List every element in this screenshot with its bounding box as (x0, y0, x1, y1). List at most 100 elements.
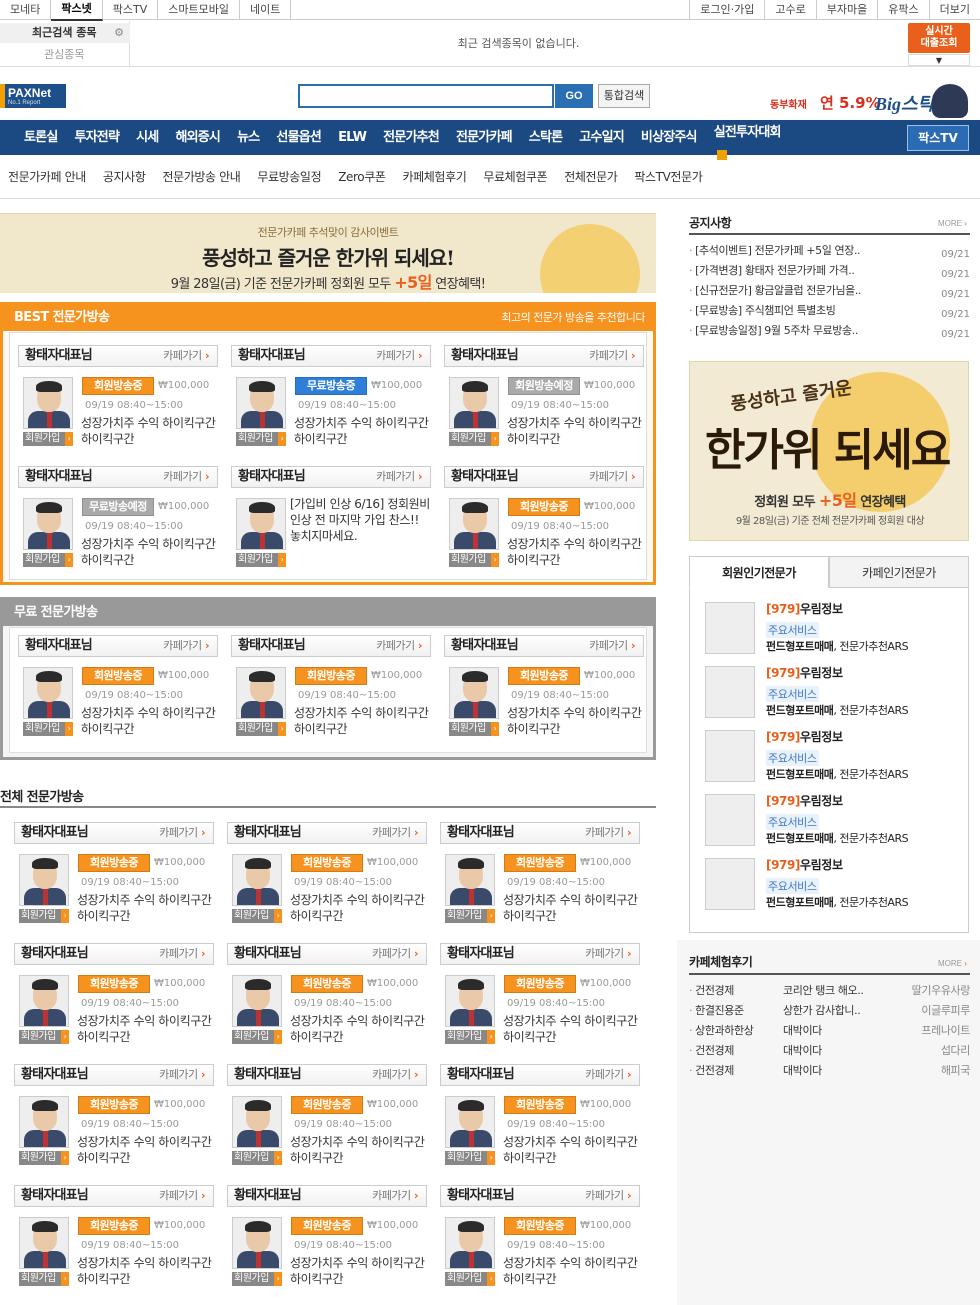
tab-cafe-popular[interactable]: 카페인기전문가 (829, 556, 969, 588)
status-badge[interactable]: 회원방송예정 (508, 377, 580, 395)
join-button[interactable]: 회원가입 › (445, 1151, 495, 1165)
tab-interest-stocks[interactable]: 관심종목 (0, 45, 130, 65)
expert-photo[interactable] (232, 1217, 282, 1269)
status-badge[interactable]: 회원방송중 (508, 667, 580, 685)
site-link[interactable]: 팍스TV (103, 0, 159, 20)
expert-description[interactable]: 성장가치주 수익 하이킥구간 하이킥구간 (81, 536, 221, 568)
nav-item[interactable]: 투자전략 (74, 120, 119, 155)
nav-item[interactable]: 뉴스 (237, 120, 260, 155)
cafe-go-link[interactable]: 카페가기 › (159, 1065, 205, 1085)
join-button[interactable]: 회원가입 › (445, 909, 495, 923)
nav-item[interactable]: 실전투자대회 N (714, 115, 782, 175)
sub-nav-item[interactable]: 무료방송일정 (257, 155, 321, 199)
sub-nav-item[interactable]: 공지사항 (103, 155, 146, 199)
util-link[interactable]: 유팍스 (877, 0, 928, 20)
tab-recent-search[interactable]: 최근검색 종목 ⚙ (0, 23, 130, 43)
expert-photo[interactable] (19, 1217, 69, 1269)
expert-photo[interactable] (705, 602, 755, 654)
expert-description[interactable]: 성장가치주 수익 하이킥구간 하이킥구간 (290, 892, 430, 924)
cafe-go-link[interactable]: 카페가기 › (159, 944, 205, 964)
tab-member-popular[interactable]: 회원인기전문가 (689, 556, 829, 588)
nav-item[interactable]: ELW (338, 120, 367, 155)
expert-photo[interactable] (236, 377, 286, 429)
chuseok-event-banner[interactable]: 전문가카페 추석맞이 감사이벤트 풍성하고 즐거운 한가위 되세요! 9월 28… (0, 213, 656, 293)
join-button[interactable]: 회원가입 › (232, 1272, 282, 1286)
notice-item[interactable]: [신규전문가] 황금알클럽 전문가님을..09/21 (689, 281, 970, 301)
chevron-down-icon[interactable]: ▼ (908, 54, 970, 66)
nav-item[interactable]: 전문가추천 (383, 120, 440, 155)
join-button[interactable]: 회원가입 › (23, 722, 73, 736)
nav-item[interactable]: 해외증시 (175, 120, 220, 155)
expert-photo[interactable] (449, 377, 499, 429)
status-badge[interactable]: 회원방송중 (82, 667, 154, 685)
nav-item[interactable]: 고수일지 (579, 120, 624, 155)
status-badge[interactable]: 회원방송중 (295, 667, 367, 685)
cafe-go-link[interactable]: 카페가기 › (376, 467, 422, 487)
popular-expert-item[interactable]: [979]우림정보 주요서비스 펀드형포트매매, 전문가추천ARS (705, 792, 965, 848)
cafe-go-link[interactable]: 카페가기 › (585, 1065, 631, 1085)
status-badge[interactable]: 회원방송중 (504, 975, 576, 993)
stock-loan-ad[interactable]: 동부화재 연 5.9% Big스탁론 (770, 84, 975, 118)
join-button[interactable]: 회원가입 › (19, 1030, 69, 1044)
expert-photo[interactable] (232, 854, 282, 906)
expert-description[interactable]: 성장가치주 수익 하이킥구간 하이킥구간 (507, 536, 647, 568)
review-item[interactable]: 건전경제 대박이다 섭다리 (689, 1041, 970, 1061)
search-input[interactable] (298, 84, 554, 108)
status-badge[interactable]: 회원방송중 (78, 1096, 150, 1114)
sub-nav-item[interactable]: 무료체험쿠폰 (483, 155, 547, 199)
status-badge[interactable]: 무료방송예정 (82, 498, 154, 516)
expert-photo[interactable] (445, 975, 495, 1027)
notice-item[interactable]: [무료방송] 주식챔피언 특별초빙09/21 (689, 301, 970, 321)
expert-photo[interactable] (445, 1217, 495, 1269)
join-button[interactable]: 회원가입 › (232, 909, 282, 923)
expert-photo[interactable] (23, 377, 73, 429)
cafe-go-link[interactable]: 카페가기 › (163, 636, 209, 656)
cafe-go-link[interactable]: 카페가기 › (585, 1186, 631, 1206)
status-badge[interactable]: 회원방송중 (78, 975, 150, 993)
paxnet-logo[interactable]: PAXNet No.1 Report (0, 84, 66, 108)
expert-description[interactable]: 성장가치주 수익 하이킥구간 하이킥구간 (290, 1255, 430, 1287)
expert-photo[interactable] (23, 498, 73, 550)
expert-photo[interactable] (236, 667, 286, 719)
site-link[interactable]: 모네타 (0, 0, 52, 20)
expert-photo[interactable] (19, 975, 69, 1027)
expert-description[interactable]: 성장가치주 수익 하이킥구간 하이킥구간 (77, 1013, 217, 1045)
expert-description[interactable]: 성장가치주 수익 하이킥구간 하이킥구간 (503, 1255, 643, 1287)
expert-photo[interactable] (705, 858, 755, 910)
cafe-go-link[interactable]: 카페가기 › (372, 944, 418, 964)
join-button[interactable]: 회원가입 › (236, 432, 286, 446)
cafe-go-link[interactable]: 카페가기 › (372, 1186, 418, 1206)
cafe-go-link[interactable]: 카페가기 › (159, 1186, 205, 1206)
expert-description[interactable]: 성장가치주 수익 하이킥구간 하이킥구간 (503, 1134, 643, 1166)
expert-photo[interactable] (19, 854, 69, 906)
status-badge[interactable]: 무료방송중 (295, 377, 367, 395)
gear-icon[interactable]: ⚙ (114, 23, 124, 43)
notice-item[interactable]: [무료방송일정] 9월 5주차 무료방송.. 09/21 (689, 321, 970, 341)
expert-description[interactable]: 성장가치주 수익 하이킥구간 하이킥구간 (290, 1013, 430, 1045)
status-badge[interactable]: 회원방송중 (504, 1096, 576, 1114)
expert-photo[interactable] (232, 1096, 282, 1148)
cafe-go-link[interactable]: 카페가기 › (585, 944, 631, 964)
sub-nav-item[interactable]: 전체전문가 (564, 155, 618, 199)
sub-nav-item[interactable]: 카페체험후기 (403, 155, 467, 199)
cafe-go-link[interactable]: 카페가기 › (163, 346, 209, 366)
cafe-go-link[interactable]: 카페가기 › (159, 823, 205, 843)
popular-expert-item[interactable]: [979]우림정보 주요서비스 펀드형포트매매, 전문가추천ARS (705, 856, 965, 912)
chuseok-side-banner[interactable]: 풍성하고 즐거운 한가위 되세요 정회원 모두 +5일 연장혜택 9월 28일(… (689, 361, 969, 541)
expert-photo[interactable] (236, 498, 286, 550)
expert-photo[interactable] (445, 1096, 495, 1148)
expert-description[interactable]: 성장가치주 수익 하이킥구간 하이킥구간 (81, 415, 221, 447)
cafe-go-link[interactable]: 카페가기 › (372, 1065, 418, 1085)
cafe-go-link[interactable]: 카페가기 › (589, 346, 635, 366)
util-link[interactable]: 고수로 (764, 0, 815, 20)
expert-description[interactable]: 성장가치주 수익 하이킥구간 하이킥구간 (294, 415, 434, 447)
sub-nav-item[interactable]: Zero쿠폰 (338, 155, 386, 199)
expert-photo[interactable] (449, 667, 499, 719)
status-badge[interactable]: 회원방송중 (78, 854, 150, 872)
popular-expert-item[interactable]: [979]우림정보 주요서비스 펀드형포트매매, 전문가추천ARS (705, 664, 965, 720)
notice-item[interactable]: [추석이벤트] 전문가카페 +5일 연장..09/21 (689, 241, 970, 261)
sub-nav-item[interactable]: 전문가방송 안내 (162, 155, 240, 199)
status-badge[interactable]: 회원방송중 (504, 1217, 576, 1235)
expert-photo[interactable] (19, 1096, 69, 1148)
total-search-button[interactable]: 통합검색 (598, 84, 650, 108)
